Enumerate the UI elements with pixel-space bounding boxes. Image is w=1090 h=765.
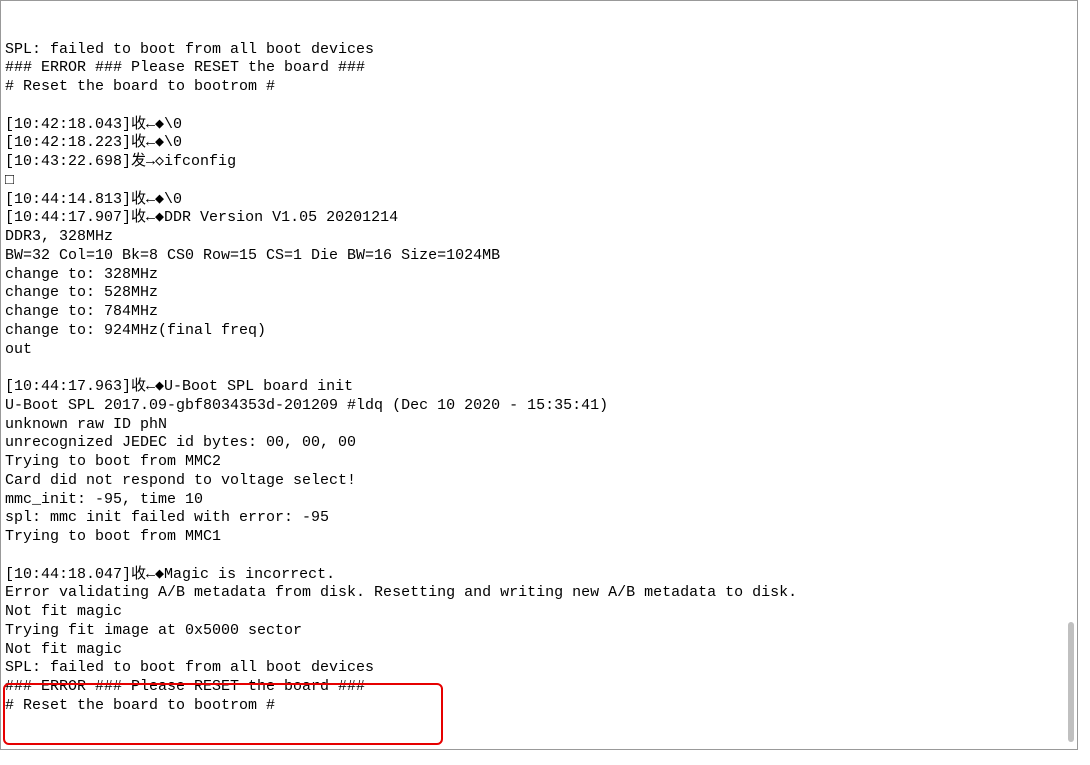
terminal-line: unrecognized JEDEC id bytes: 00, 00, 00 — [5, 434, 1073, 453]
terminal-line: SPL: failed to boot from all boot device… — [5, 659, 1073, 678]
terminal-line: # Reset the board to bootrom # — [5, 78, 1073, 97]
terminal-line: unknown raw ID phN — [5, 416, 1073, 435]
terminal-line: [10:44:17.963]收←◆U-Boot SPL board init — [5, 378, 1073, 397]
terminal-line: spl: mmc init failed with error: -95 — [5, 509, 1073, 528]
terminal-line: Trying to boot from MMC2 — [5, 453, 1073, 472]
terminal-line: Trying fit image at 0x5000 sector — [5, 622, 1073, 641]
terminal-line: [10:42:18.223]收←◆\0 — [5, 134, 1073, 153]
terminal-line — [5, 359, 1073, 378]
terminal-line: change to: 924MHz(final freq) — [5, 322, 1073, 341]
terminal-line: out — [5, 341, 1073, 360]
terminal-line: BW=32 Col=10 Bk=8 CS0 Row=15 CS=1 Die BW… — [5, 247, 1073, 266]
terminal-line: [10:42:18.043]收←◆\0 — [5, 116, 1073, 135]
terminal-line: Error validating A/B metadata from disk.… — [5, 584, 1073, 603]
terminal-line: mmc_init: -95, time 10 — [5, 491, 1073, 510]
terminal-line: [10:44:17.907]收←◆DDR Version V1.05 20201… — [5, 209, 1073, 228]
terminal-line — [5, 547, 1073, 566]
terminal-line: ### ERROR ### Please RESET the board ### — [5, 678, 1073, 697]
terminal-line: [10:43:22.698]发→◇ifconfig — [5, 153, 1073, 172]
terminal-line: ### ERROR ### Please RESET the board ### — [5, 59, 1073, 78]
serial-terminal-output[interactable]: SPL: failed to boot from all boot device… — [0, 0, 1078, 750]
terminal-line: Not fit magic — [5, 603, 1073, 622]
scrollbar-thumb[interactable] — [1068, 622, 1074, 742]
terminal-lines: SPL: failed to boot from all boot device… — [5, 41, 1073, 716]
terminal-line — [5, 97, 1073, 116]
terminal-line: Not fit magic — [5, 641, 1073, 660]
terminal-line: □ — [5, 172, 1073, 191]
terminal-line: change to: 784MHz — [5, 303, 1073, 322]
terminal-line: Card did not respond to voltage select! — [5, 472, 1073, 491]
terminal-line: change to: 528MHz — [5, 284, 1073, 303]
terminal-line: [10:44:18.047]收←◆Magic is incorrect. — [5, 566, 1073, 585]
terminal-line: SPL: failed to boot from all boot device… — [5, 41, 1073, 60]
terminal-line: U-Boot SPL 2017.09-gbf8034353d-201209 #l… — [5, 397, 1073, 416]
terminal-line: change to: 328MHz — [5, 266, 1073, 285]
terminal-line: [10:44:14.813]收←◆\0 — [5, 191, 1073, 210]
terminal-line: # Reset the board to bootrom # — [5, 697, 1073, 716]
scrollbar-track[interactable] — [1066, 2, 1074, 750]
terminal-line: DDR3, 328MHz — [5, 228, 1073, 247]
terminal-line: Trying to boot from MMC1 — [5, 528, 1073, 547]
